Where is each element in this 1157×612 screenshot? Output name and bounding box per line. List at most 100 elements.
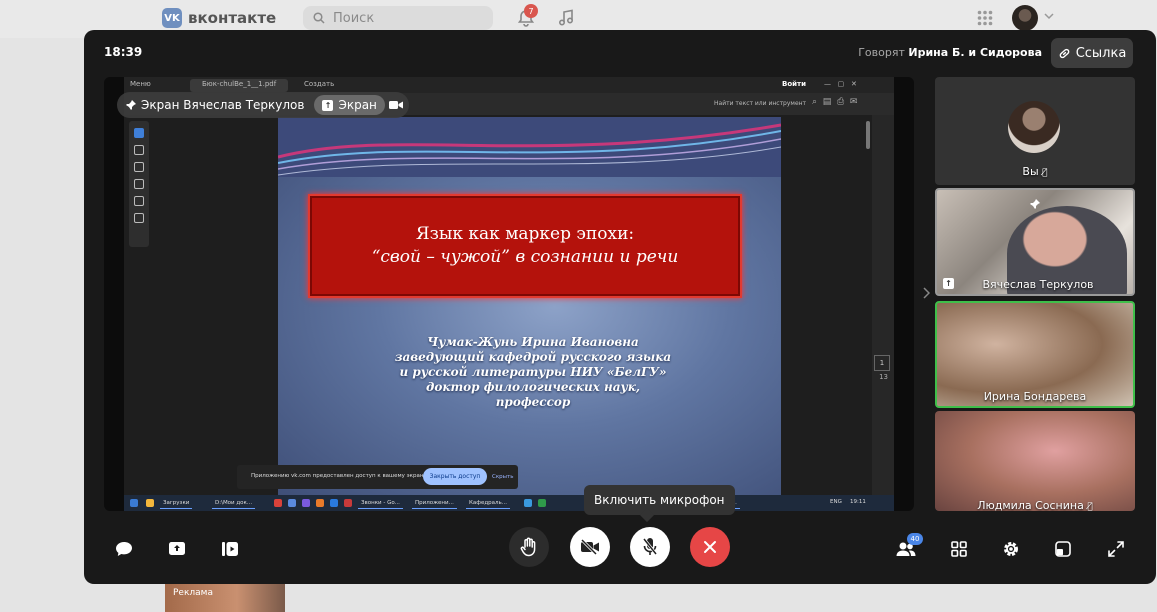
window-controls-icon[interactable]: — ▢ ✕ bbox=[824, 80, 857, 88]
app-icon[interactable] bbox=[302, 499, 310, 507]
mic-tooltip: Включить микрофон bbox=[584, 485, 735, 515]
taskbar-item[interactable]: Кафедраль... bbox=[466, 498, 511, 509]
search-input[interactable]: Поиск bbox=[303, 6, 493, 30]
copy-link-button[interactable]: Ссылка bbox=[1051, 38, 1133, 68]
ad-thumbnail[interactable]: Реклама bbox=[165, 584, 285, 612]
taskbar-item[interactable]: D:\Мои док... bbox=[212, 498, 256, 509]
gear-icon bbox=[1004, 542, 1018, 556]
slide-author-line: доктор филологических наук, bbox=[425, 380, 641, 394]
presenter-pill[interactable]: Экран Вячеслав Теркулов ↑ Экран bbox=[117, 92, 409, 118]
chat-button[interactable] bbox=[110, 535, 138, 563]
speaking-indicator: Говорят Ирина Б. и Сидорова bbox=[858, 46, 1042, 59]
participant-tile[interactable]: Вы 🎙̸ bbox=[935, 77, 1135, 185]
participant-tile[interactable]: Людмила Соснина 🎙̸ bbox=[935, 411, 1135, 511]
fullscreen-button[interactable] bbox=[1102, 535, 1130, 563]
pdf-scrollbar[interactable] bbox=[866, 121, 870, 149]
pdf-page-total: 13 bbox=[879, 373, 888, 381]
search-placeholder: Поиск bbox=[333, 10, 375, 26]
pen-tool-icon[interactable] bbox=[134, 162, 144, 172]
screen-share-notice: Приложению vk.com предоставлен доступ к … bbox=[237, 465, 518, 489]
vk-logo-badge: VK bbox=[162, 8, 182, 28]
slide-author-line: профессор bbox=[495, 395, 571, 409]
screen-chip[interactable]: ↑ Экран bbox=[314, 95, 385, 115]
slide-title-line2: “свой – чужой” в сознании и речи bbox=[371, 247, 679, 267]
comment-tool-icon[interactable] bbox=[134, 145, 144, 155]
windows-taskbar: Загрузки D:\Мои док... Звонки - Go... Пр… bbox=[124, 495, 894, 511]
slide-author-line: заведующий кафедрой русского языка bbox=[394, 350, 672, 364]
chevron-right-icon[interactable] bbox=[922, 287, 930, 299]
mic-muted-icon: 🎙̸ bbox=[1087, 502, 1093, 511]
link-icon bbox=[1059, 48, 1069, 58]
video-camera-icon[interactable] bbox=[388, 100, 403, 110]
taskbar-clock: 19:11 bbox=[850, 499, 866, 505]
taskbar-item[interactable]: Приложени... bbox=[412, 498, 457, 509]
copy-link-label: Ссылка bbox=[1075, 45, 1127, 61]
taskbar-lang[interactable]: ENG bbox=[830, 499, 842, 505]
participant-name-row: Вы 🎙̸ bbox=[935, 165, 1135, 178]
stamp-tool-icon[interactable] bbox=[134, 213, 144, 223]
search-icon bbox=[313, 12, 325, 24]
music-icon[interactable] bbox=[557, 9, 575, 27]
hand-icon bbox=[520, 537, 536, 557]
screen-share-icon: ↑ bbox=[322, 99, 334, 111]
pdf-new-tab[interactable]: Создать bbox=[304, 80, 334, 88]
pdf-tool-icons[interactable]: ⌕ ▤ ⎙ ✉ bbox=[812, 97, 857, 107]
text-tool-icon[interactable] bbox=[134, 196, 144, 206]
stop-sharing-button[interactable]: Закрыть доступ bbox=[423, 468, 487, 485]
hide-notice-link[interactable]: Скрыть bbox=[492, 474, 513, 480]
screen-chip-label: Экран bbox=[338, 98, 377, 112]
raise-hand-button[interactable] bbox=[509, 527, 549, 567]
explorer-icon[interactable] bbox=[146, 499, 154, 507]
vk-logo[interactable]: VK вконтакте bbox=[162, 8, 276, 28]
chevron-down-icon[interactable] bbox=[1044, 12, 1054, 20]
screen-share-view[interactable]: Меню Бюк-chulBe_1__1.pdf Создать Войти —… bbox=[104, 77, 914, 511]
slide-author-line: Чумак-Жунь Ирина Ивановна bbox=[427, 335, 639, 349]
expand-icon bbox=[1108, 541, 1124, 557]
app-icon[interactable] bbox=[538, 499, 546, 507]
camera-toggle-button[interactable] bbox=[570, 527, 610, 567]
picture-in-picture-button[interactable] bbox=[1049, 535, 1077, 563]
app-icon[interactable] bbox=[274, 499, 282, 507]
pdf-titlebar: Меню Бюк-chulBe_1__1.pdf Создать Войти —… bbox=[124, 77, 894, 93]
call-time: 18:39 bbox=[104, 45, 143, 59]
participant-name: Людмила Соснина bbox=[977, 499, 1084, 511]
taskbar-item[interactable]: Звонки - Go... bbox=[358, 498, 403, 509]
microphone-toggle-button[interactable] bbox=[630, 527, 670, 567]
apps-grid-icon[interactable] bbox=[977, 10, 993, 26]
slide-author-block: Чумак-Жунь Ирина Ивановна заведующий каф… bbox=[368, 335, 698, 410]
app-icon[interactable] bbox=[344, 499, 352, 507]
chat-icon bbox=[116, 542, 132, 556]
pdf-page-current[interactable]: 1 bbox=[874, 355, 890, 371]
slide-title-line1: Язык как маркер эпохи: bbox=[415, 224, 635, 244]
share-notice-text: Приложению vk.com предоставлен доступ к … bbox=[251, 473, 429, 479]
participant-tile[interactable]: Ирина Бондарева bbox=[935, 301, 1135, 408]
participant-tile[interactable]: ↑ Вячеслав Теркулов bbox=[935, 188, 1135, 296]
pin-icon[interactable] bbox=[1029, 198, 1041, 210]
settings-button[interactable] bbox=[997, 535, 1025, 563]
pdf-menu[interactable]: Меню bbox=[130, 80, 151, 88]
pdf-find[interactable]: Найти текст или инструмент bbox=[714, 100, 806, 107]
media-share-button[interactable] bbox=[216, 535, 244, 563]
start-icon[interactable] bbox=[130, 499, 138, 507]
share-screen-button[interactable] bbox=[163, 535, 191, 563]
app-icon[interactable] bbox=[316, 499, 324, 507]
pdf-signin[interactable]: Войти bbox=[782, 80, 806, 88]
app-icon[interactable] bbox=[524, 499, 532, 507]
user-avatar[interactable] bbox=[1012, 5, 1038, 31]
pdf-tab-title: Бюк-chulBe_1__1.pdf bbox=[202, 80, 277, 88]
participants-count-badge: 40 bbox=[907, 533, 923, 545]
slide-author-line: и русской литературы НИУ «БелГУ» bbox=[399, 365, 667, 379]
mic-muted-icon: 🎙̸ bbox=[1042, 168, 1048, 178]
presenter-label: Экран Вячеслав Теркулов bbox=[141, 98, 305, 112]
pin-icon[interactable] bbox=[125, 99, 137, 111]
pdf-body: Язык как маркер эпохи: “свой – чужой” в … bbox=[124, 115, 894, 495]
app-icon[interactable] bbox=[288, 499, 296, 507]
participant-name: Ирина Бондарева bbox=[983, 390, 1087, 403]
end-call-button[interactable] bbox=[690, 527, 730, 567]
app-icon[interactable] bbox=[330, 499, 338, 507]
select-tool-icon[interactable] bbox=[134, 128, 144, 138]
participant-avatar bbox=[1008, 101, 1060, 153]
grid-layout-button[interactable] bbox=[945, 535, 973, 563]
lasso-tool-icon[interactable] bbox=[134, 179, 144, 189]
taskbar-item[interactable]: Загрузки bbox=[160, 498, 193, 509]
